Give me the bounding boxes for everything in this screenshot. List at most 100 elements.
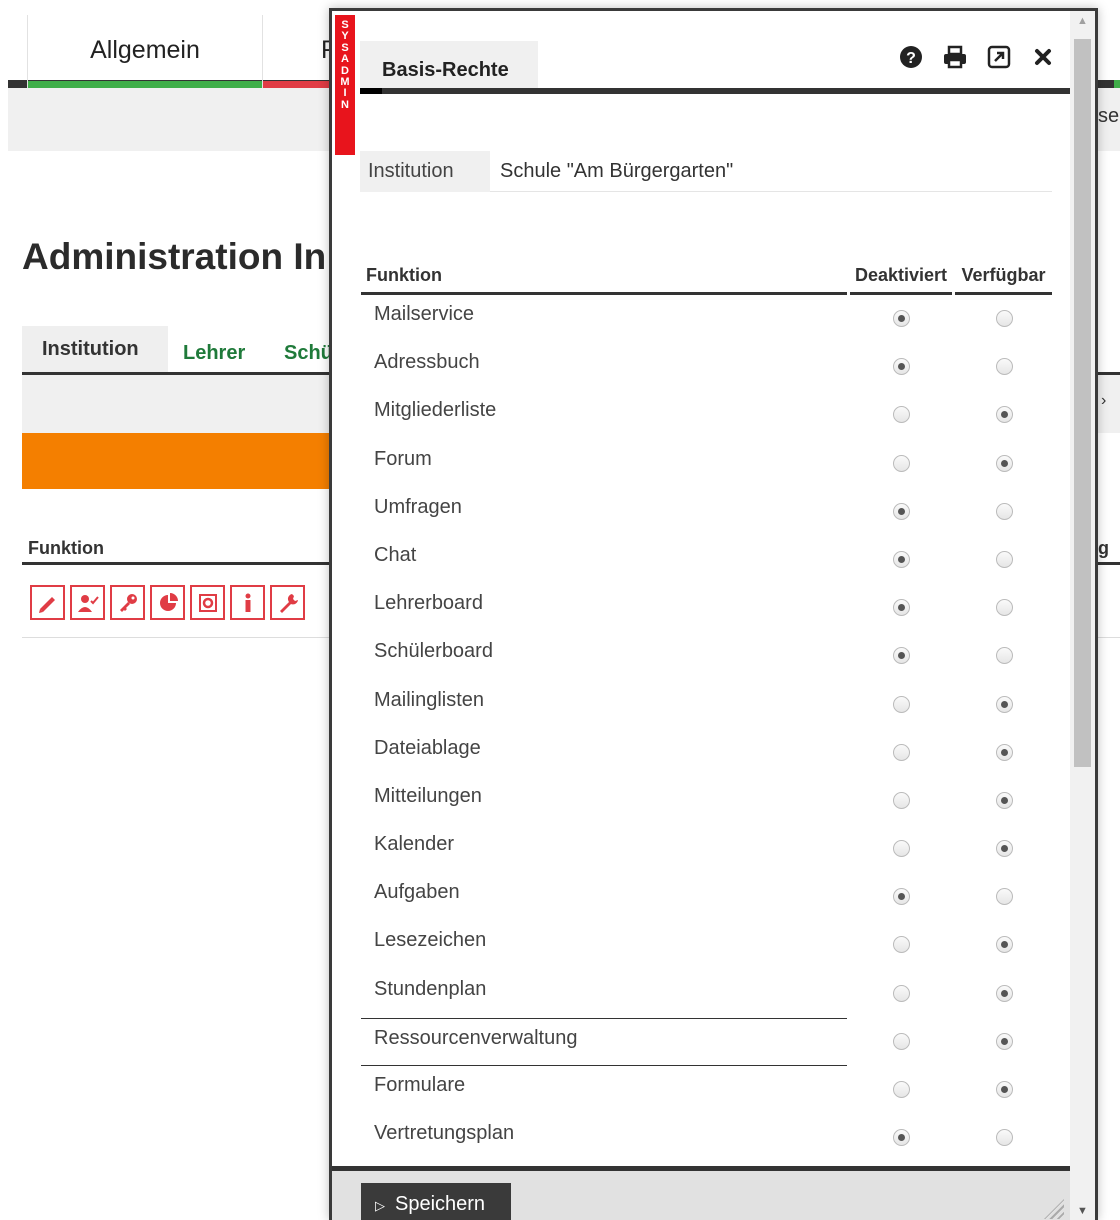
radio-verfuegbar[interactable] bbox=[996, 936, 1013, 954]
radio-deaktiviert[interactable] bbox=[893, 454, 910, 472]
badge-letter: N bbox=[341, 98, 349, 111]
radio-verfuegbar[interactable] bbox=[996, 888, 1013, 906]
print-icon[interactable] bbox=[940, 43, 970, 71]
radio-verfuegbar[interactable] bbox=[996, 984, 1013, 1002]
resize-grip-icon[interactable] bbox=[1044, 1199, 1064, 1219]
save-button[interactable]: ▷ Speichern bbox=[361, 1183, 511, 1220]
radio-verfuegbar[interactable] bbox=[996, 599, 1013, 617]
radio-verfuegbar[interactable] bbox=[996, 1081, 1013, 1098]
function-label: Forum bbox=[374, 447, 432, 470]
column-header-underline bbox=[22, 562, 332, 565]
radio-verfuegbar[interactable] bbox=[996, 502, 1013, 520]
row-separator bbox=[22, 637, 332, 638]
column-header-funktion: Funktion bbox=[361, 260, 847, 295]
radio-deaktiviert[interactable] bbox=[893, 599, 910, 617]
nav-tab-allgemein[interactable]: Allgemein bbox=[27, 15, 262, 88]
radio-deaktiviert[interactable] bbox=[893, 550, 910, 568]
radio-verfuegbar[interactable] bbox=[996, 454, 1013, 472]
function-label: Mailinglisten bbox=[374, 688, 485, 711]
radio-deaktiviert[interactable] bbox=[893, 502, 910, 520]
function-label: Mitgliederliste bbox=[374, 399, 497, 422]
radio-verfuegbar[interactable] bbox=[996, 647, 1013, 665]
popout-icon[interactable] bbox=[984, 43, 1014, 71]
pie-chart-icon[interactable] bbox=[150, 585, 185, 620]
tab-institution[interactable]: Institution bbox=[22, 326, 168, 373]
radio-verfuegbar[interactable] bbox=[996, 695, 1013, 713]
row-separator-right bbox=[1098, 637, 1120, 638]
nav-tab-second[interactable]: F bbox=[262, 15, 337, 88]
table-row: Dateiablage bbox=[361, 729, 1053, 777]
radio-deaktiviert[interactable] bbox=[893, 695, 910, 713]
radio-deaktiviert[interactable] bbox=[893, 840, 910, 858]
sub-nav-fragment: se bbox=[1098, 105, 1120, 127]
pencil-icon[interactable] bbox=[30, 585, 65, 620]
help-icon[interactable]: ? bbox=[896, 43, 926, 71]
dialog-toolbar: ? bbox=[896, 43, 1058, 71]
nav-tab-indicator-right bbox=[1114, 80, 1120, 88]
radio-deaktiviert[interactable] bbox=[893, 1129, 910, 1147]
basis-rechte-dialog: S Y S A D M I N Basis-Rechte ? Instituti… bbox=[329, 8, 1098, 1220]
function-label: Chat bbox=[374, 543, 417, 566]
table-body: Mailservice Adressbuch Mitgliederliste Foru… bbox=[361, 295, 1053, 1162]
user-check-icon[interactable] bbox=[70, 585, 105, 620]
column-header-fragment: g bbox=[1098, 538, 1109, 558]
function-label: Kalender bbox=[374, 833, 455, 856]
table-row: Kalender bbox=[361, 825, 1053, 873]
tab-schueler[interactable]: Schü bbox=[284, 342, 333, 365]
wrench-icon[interactable] bbox=[270, 585, 305, 620]
badge-letter: A bbox=[341, 53, 349, 66]
radio-verfuegbar[interactable] bbox=[996, 840, 1013, 858]
table-row: Lesezeichen bbox=[361, 921, 1053, 969]
close-icon[interactable] bbox=[1028, 43, 1058, 71]
radio-deaktiviert[interactable] bbox=[893, 406, 910, 424]
tab-basis-rechte[interactable]: Basis-Rechte bbox=[360, 41, 538, 89]
radio-deaktiviert[interactable] bbox=[893, 888, 910, 906]
nav-tab-indicator bbox=[28, 81, 262, 88]
function-label: Umfragen bbox=[374, 495, 462, 518]
svg-text:?: ? bbox=[906, 50, 916, 67]
key-icon[interactable] bbox=[110, 585, 145, 620]
radio-deaktiviert[interactable] bbox=[893, 358, 910, 376]
radio-deaktiviert[interactable] bbox=[893, 647, 910, 665]
column-header-underline-right bbox=[1098, 562, 1120, 565]
radio-deaktiviert[interactable] bbox=[893, 743, 910, 761]
radio-deaktiviert[interactable] bbox=[893, 936, 910, 954]
target-icon[interactable] bbox=[190, 585, 225, 620]
nav-tab-indicator bbox=[263, 81, 337, 88]
table-header: Funktion Deaktiviert Verfügbar bbox=[361, 260, 1053, 295]
radio-verfuegbar[interactable] bbox=[996, 1129, 1013, 1147]
table-row: Chat bbox=[361, 536, 1053, 584]
function-label: Stundenplan bbox=[374, 977, 487, 1000]
table-row: Umfragen bbox=[361, 488, 1053, 536]
radio-verfuegbar[interactable] bbox=[996, 310, 1013, 327]
function-label: Formulare bbox=[374, 1074, 466, 1096]
radio-verfuegbar[interactable] bbox=[996, 1032, 1013, 1050]
radio-verfuegbar[interactable] bbox=[996, 743, 1013, 761]
function-label: Mitteilungen bbox=[374, 784, 482, 807]
radio-deaktiviert[interactable] bbox=[893, 1032, 910, 1050]
radio-deaktiviert[interactable] bbox=[893, 1081, 910, 1098]
table-row: Vertretungsplan bbox=[361, 1114, 1053, 1162]
filter-bar bbox=[22, 375, 332, 433]
radio-deaktiviert[interactable] bbox=[893, 791, 910, 809]
table-row: Stundenplan bbox=[361, 970, 1053, 1018]
chevron-right-icon[interactable]: › bbox=[1101, 392, 1106, 410]
scroll-down-arrow-icon[interactable]: ▼ bbox=[1070, 1205, 1095, 1220]
action-icon-row bbox=[30, 585, 305, 621]
dialog-tab-underline bbox=[360, 88, 1070, 94]
tab-lehrer[interactable]: Lehrer bbox=[183, 342, 245, 365]
radio-deaktiviert[interactable] bbox=[893, 984, 910, 1002]
scrollbar-thumb[interactable] bbox=[1074, 39, 1091, 767]
dialog-scrollbar[interactable]: ▲ ▼ bbox=[1070, 11, 1095, 1220]
radio-verfuegbar[interactable] bbox=[996, 550, 1013, 568]
radio-verfuegbar[interactable] bbox=[996, 358, 1013, 376]
info-icon[interactable] bbox=[230, 585, 265, 620]
radio-verfuegbar[interactable] bbox=[996, 406, 1013, 424]
table-row: Mitteilungen bbox=[361, 777, 1053, 825]
table-row: Forum bbox=[361, 440, 1053, 488]
scroll-up-arrow-icon[interactable]: ▲ bbox=[1070, 15, 1095, 33]
radio-deaktiviert[interactable] bbox=[893, 310, 910, 327]
table-row: Mailservice bbox=[361, 295, 1053, 343]
table-row: Ressourcenverwaltung bbox=[361, 1017, 1053, 1066]
radio-verfuegbar[interactable] bbox=[996, 791, 1013, 809]
